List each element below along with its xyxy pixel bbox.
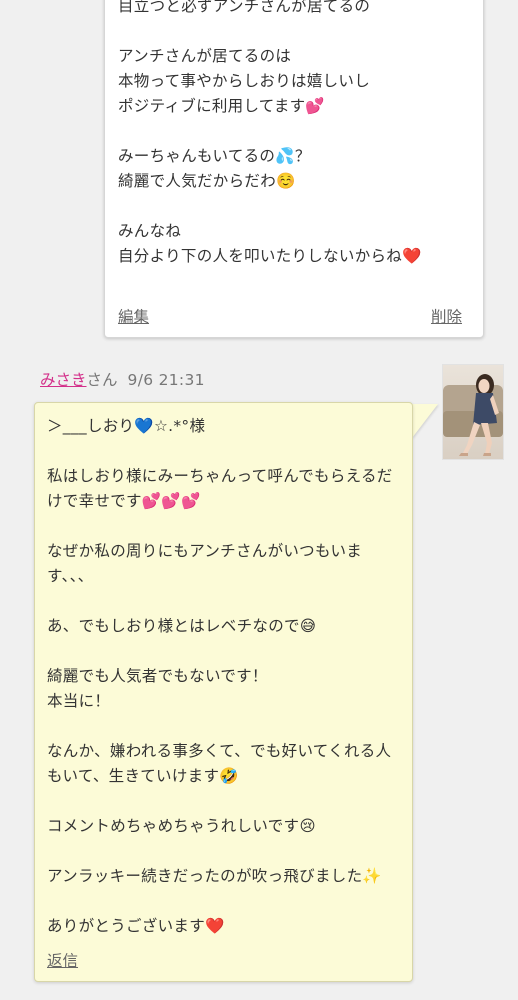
own-comment-actions: 編集 削除 xyxy=(118,305,462,327)
avatar[interactable] xyxy=(442,364,504,460)
reply-bubble: ＞___しおり💙☆.*°様 私はしおり様にみーちゃんって呼んでもらえるだけで幸せ… xyxy=(34,402,413,982)
reply-button[interactable]: 返信 xyxy=(47,949,78,971)
reply-text: ＞___しおり💙☆.*°様 私はしおり様にみーちゃんって呼んでもらえるだけで幸せ… xyxy=(47,417,393,935)
reply-author-suffix: さん xyxy=(86,371,118,389)
own-comment-card: 目立つと必ずアンチさんが居てるの アンチさんが居てるのは 本物って事やからしおり… xyxy=(104,0,484,338)
delete-link[interactable]: 削除 xyxy=(431,305,462,327)
bubble-tail xyxy=(412,404,438,438)
own-comment-text: 目立つと必ずアンチさんが居てるの アンチさんが居てるのは 本物って事やからしおり… xyxy=(118,0,422,265)
reply-author-link[interactable]: みさき xyxy=(40,371,87,389)
edit-link[interactable]: 編集 xyxy=(118,305,149,327)
reply-timestamp: 9/6 21:31 xyxy=(127,371,205,389)
woman-portrait-photo-icon xyxy=(443,365,503,459)
reply-meta: みさきさん 9/6 21:31 xyxy=(40,368,205,390)
